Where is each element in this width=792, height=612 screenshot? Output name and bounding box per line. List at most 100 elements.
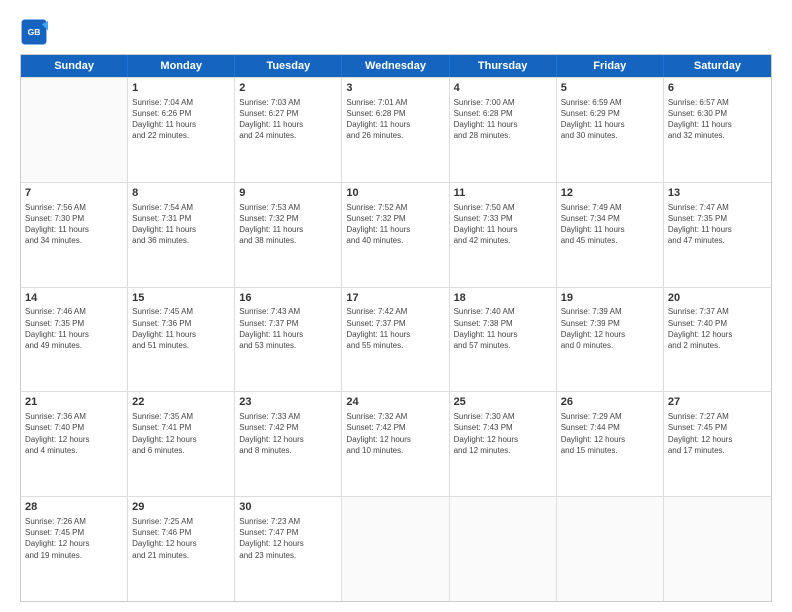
logo-icon: GB <box>20 18 48 46</box>
calendar-cell-1: 1Sunrise: 7:04 AM Sunset: 6:26 PM Daylig… <box>128 78 235 182</box>
header-day-saturday: Saturday <box>664 55 771 77</box>
calendar-header: SundayMondayTuesdayWednesdayThursdayFrid… <box>21 55 771 77</box>
day-number: 11 <box>454 186 552 201</box>
calendar-cell-22: 22Sunrise: 7:35 AM Sunset: 7:41 PM Dayli… <box>128 392 235 496</box>
calendar-cell-11: 11Sunrise: 7:50 AM Sunset: 7:33 PM Dayli… <box>450 183 557 287</box>
calendar-cell-25: 25Sunrise: 7:30 AM Sunset: 7:43 PM Dayli… <box>450 392 557 496</box>
cell-info: Sunrise: 6:59 AM Sunset: 6:29 PM Dayligh… <box>561 97 659 142</box>
day-number: 18 <box>454 291 552 306</box>
calendar-cell-29: 29Sunrise: 7:25 AM Sunset: 7:46 PM Dayli… <box>128 497 235 601</box>
day-number: 8 <box>132 186 230 201</box>
cell-info: Sunrise: 7:36 AM Sunset: 7:40 PM Dayligh… <box>25 411 123 456</box>
cell-info: Sunrise: 7:43 AM Sunset: 7:37 PM Dayligh… <box>239 306 337 351</box>
day-number: 12 <box>561 186 659 201</box>
calendar-cell-8: 8Sunrise: 7:54 AM Sunset: 7:31 PM Daylig… <box>128 183 235 287</box>
calendar-cell-15: 15Sunrise: 7:45 AM Sunset: 7:36 PM Dayli… <box>128 288 235 392</box>
header-day-tuesday: Tuesday <box>235 55 342 77</box>
calendar-cell-9: 9Sunrise: 7:53 AM Sunset: 7:32 PM Daylig… <box>235 183 342 287</box>
day-number: 14 <box>25 291 123 306</box>
cell-info: Sunrise: 7:39 AM Sunset: 7:39 PM Dayligh… <box>561 306 659 351</box>
calendar-cell-7: 7Sunrise: 7:56 AM Sunset: 7:30 PM Daylig… <box>21 183 128 287</box>
calendar-cell-16: 16Sunrise: 7:43 AM Sunset: 7:37 PM Dayli… <box>235 288 342 392</box>
calendar-row-0: 1Sunrise: 7:04 AM Sunset: 6:26 PM Daylig… <box>21 77 771 182</box>
day-number: 1 <box>132 81 230 96</box>
day-number: 25 <box>454 395 552 410</box>
header-day-monday: Monday <box>128 55 235 77</box>
calendar-cell-empty-0-0 <box>21 78 128 182</box>
day-number: 4 <box>454 81 552 96</box>
header-day-thursday: Thursday <box>450 55 557 77</box>
cell-info: Sunrise: 7:40 AM Sunset: 7:38 PM Dayligh… <box>454 306 552 351</box>
svg-text:GB: GB <box>28 27 41 37</box>
calendar-cell-13: 13Sunrise: 7:47 AM Sunset: 7:35 PM Dayli… <box>664 183 771 287</box>
day-number: 27 <box>668 395 767 410</box>
calendar-cell-20: 20Sunrise: 7:37 AM Sunset: 7:40 PM Dayli… <box>664 288 771 392</box>
header-day-friday: Friday <box>557 55 664 77</box>
day-number: 17 <box>346 291 444 306</box>
calendar-row-2: 14Sunrise: 7:46 AM Sunset: 7:35 PM Dayli… <box>21 287 771 392</box>
day-number: 5 <box>561 81 659 96</box>
day-number: 24 <box>346 395 444 410</box>
cell-info: Sunrise: 7:46 AM Sunset: 7:35 PM Dayligh… <box>25 306 123 351</box>
day-number: 29 <box>132 500 230 515</box>
cell-info: Sunrise: 7:35 AM Sunset: 7:41 PM Dayligh… <box>132 411 230 456</box>
cell-info: Sunrise: 7:00 AM Sunset: 6:28 PM Dayligh… <box>454 97 552 142</box>
calendar-cell-23: 23Sunrise: 7:33 AM Sunset: 7:42 PM Dayli… <box>235 392 342 496</box>
calendar-cell-24: 24Sunrise: 7:32 AM Sunset: 7:42 PM Dayli… <box>342 392 449 496</box>
calendar-cell-empty-4-5 <box>557 497 664 601</box>
calendar-cell-6: 6Sunrise: 6:57 AM Sunset: 6:30 PM Daylig… <box>664 78 771 182</box>
day-number: 10 <box>346 186 444 201</box>
calendar: SundayMondayTuesdayWednesdayThursdayFrid… <box>20 54 772 602</box>
calendar-cell-4: 4Sunrise: 7:00 AM Sunset: 6:28 PM Daylig… <box>450 78 557 182</box>
cell-info: Sunrise: 7:01 AM Sunset: 6:28 PM Dayligh… <box>346 97 444 142</box>
day-number: 19 <box>561 291 659 306</box>
day-number: 7 <box>25 186 123 201</box>
day-number: 15 <box>132 291 230 306</box>
header: GB <box>20 18 772 46</box>
day-number: 22 <box>132 395 230 410</box>
cell-info: Sunrise: 7:49 AM Sunset: 7:34 PM Dayligh… <box>561 202 659 247</box>
cell-info: Sunrise: 7:53 AM Sunset: 7:32 PM Dayligh… <box>239 202 337 247</box>
cell-info: Sunrise: 7:03 AM Sunset: 6:27 PM Dayligh… <box>239 97 337 142</box>
calendar-cell-28: 28Sunrise: 7:26 AM Sunset: 7:45 PM Dayli… <box>21 497 128 601</box>
calendar-cell-26: 26Sunrise: 7:29 AM Sunset: 7:44 PM Dayli… <box>557 392 664 496</box>
calendar-cell-3: 3Sunrise: 7:01 AM Sunset: 6:28 PM Daylig… <box>342 78 449 182</box>
logo: GB <box>20 18 52 46</box>
day-number: 2 <box>239 81 337 96</box>
day-number: 26 <box>561 395 659 410</box>
cell-info: Sunrise: 7:45 AM Sunset: 7:36 PM Dayligh… <box>132 306 230 351</box>
calendar-cell-14: 14Sunrise: 7:46 AM Sunset: 7:35 PM Dayli… <box>21 288 128 392</box>
cell-info: Sunrise: 7:32 AM Sunset: 7:42 PM Dayligh… <box>346 411 444 456</box>
cell-info: Sunrise: 7:29 AM Sunset: 7:44 PM Dayligh… <box>561 411 659 456</box>
cell-info: Sunrise: 7:42 AM Sunset: 7:37 PM Dayligh… <box>346 306 444 351</box>
calendar-cell-10: 10Sunrise: 7:52 AM Sunset: 7:32 PM Dayli… <box>342 183 449 287</box>
cell-info: Sunrise: 7:23 AM Sunset: 7:47 PM Dayligh… <box>239 516 337 561</box>
calendar-row-1: 7Sunrise: 7:56 AM Sunset: 7:30 PM Daylig… <box>21 182 771 287</box>
cell-info: Sunrise: 7:26 AM Sunset: 7:45 PM Dayligh… <box>25 516 123 561</box>
cell-info: Sunrise: 6:57 AM Sunset: 6:30 PM Dayligh… <box>668 97 767 142</box>
calendar-body: 1Sunrise: 7:04 AM Sunset: 6:26 PM Daylig… <box>21 77 771 601</box>
cell-info: Sunrise: 7:27 AM Sunset: 7:45 PM Dayligh… <box>668 411 767 456</box>
day-number: 21 <box>25 395 123 410</box>
cell-info: Sunrise: 7:30 AM Sunset: 7:43 PM Dayligh… <box>454 411 552 456</box>
cell-info: Sunrise: 7:37 AM Sunset: 7:40 PM Dayligh… <box>668 306 767 351</box>
calendar-cell-empty-4-6 <box>664 497 771 601</box>
calendar-cell-empty-4-4 <box>450 497 557 601</box>
calendar-cell-27: 27Sunrise: 7:27 AM Sunset: 7:45 PM Dayli… <box>664 392 771 496</box>
header-day-wednesday: Wednesday <box>342 55 449 77</box>
cell-info: Sunrise: 7:25 AM Sunset: 7:46 PM Dayligh… <box>132 516 230 561</box>
calendar-cell-12: 12Sunrise: 7:49 AM Sunset: 7:34 PM Dayli… <box>557 183 664 287</box>
calendar-cell-2: 2Sunrise: 7:03 AM Sunset: 6:27 PM Daylig… <box>235 78 342 182</box>
calendar-cell-19: 19Sunrise: 7:39 AM Sunset: 7:39 PM Dayli… <box>557 288 664 392</box>
day-number: 16 <box>239 291 337 306</box>
day-number: 6 <box>668 81 767 96</box>
day-number: 9 <box>239 186 337 201</box>
page: GB SundayMondayTuesdayWednesdayThursdayF… <box>0 0 792 612</box>
day-number: 23 <box>239 395 337 410</box>
calendar-cell-5: 5Sunrise: 6:59 AM Sunset: 6:29 PM Daylig… <box>557 78 664 182</box>
cell-info: Sunrise: 7:33 AM Sunset: 7:42 PM Dayligh… <box>239 411 337 456</box>
calendar-cell-18: 18Sunrise: 7:40 AM Sunset: 7:38 PM Dayli… <box>450 288 557 392</box>
cell-info: Sunrise: 7:54 AM Sunset: 7:31 PM Dayligh… <box>132 202 230 247</box>
calendar-row-4: 28Sunrise: 7:26 AM Sunset: 7:45 PM Dayli… <box>21 496 771 601</box>
day-number: 20 <box>668 291 767 306</box>
